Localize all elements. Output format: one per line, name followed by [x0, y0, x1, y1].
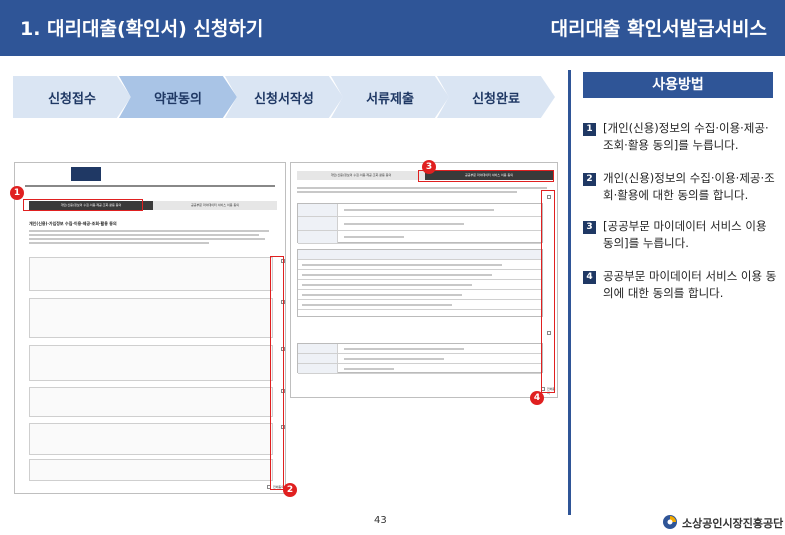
- usage-num-2: 2: [583, 173, 596, 186]
- badge-1: 1: [10, 186, 24, 200]
- tab-public-mydata[interactable]: 공공부문 마이데이터 서비스 이용 동의: [153, 201, 277, 210]
- highlight-tab-personal-info: [23, 199, 143, 211]
- usage-text-2: 개인(신용)정보의 수집·이용·제공·조회·활용에 대한 동의를 합니다.: [603, 171, 775, 202]
- usage-title: 사용방법: [583, 72, 773, 98]
- consent-table-3: [297, 343, 543, 374]
- step-document-submit: 서류제출: [331, 76, 449, 118]
- usage-text-4: 공공부문 마이데이터 서비스 이용 동의에 대한 동의를 합니다.: [603, 269, 777, 300]
- consent-section-2: [29, 298, 273, 338]
- highlight-mydata-agree-column: [541, 190, 555, 393]
- consent-table-2: [297, 249, 543, 317]
- usage-num-3: 3: [583, 221, 596, 234]
- step-application-form: 신청서작성: [225, 76, 343, 118]
- highlight-agree-column: [270, 256, 284, 490]
- consent-table-1: [297, 203, 543, 244]
- usage-text-3: [공공부문 마이데이터 서비스 이용 동의]를 누릅니다.: [603, 219, 767, 250]
- consent-section-1: [29, 257, 273, 291]
- usage-text-1: [개인(신용)정보의 수집·이용·제공·조회·활용 동의]를 누릅니다.: [603, 121, 769, 152]
- page-header: 1. 대리대출(확인서) 신청하기 대리대출 확인서발급서비스: [0, 0, 785, 56]
- page-title: 1. 대리대출(확인서) 신청하기: [20, 18, 264, 40]
- consent-section-4: [29, 387, 273, 417]
- step-complete: 신청완료: [437, 76, 555, 118]
- usage-num-1: 1: [583, 123, 596, 136]
- screenshot-public-mydata-consent: 개인(신용)정보의 수집·이용·제공·조회·활용 동의 공공부문 마이데이터 서…: [290, 162, 558, 398]
- consent-section-6: [29, 459, 273, 481]
- tab-personal-info-2[interactable]: 개인(신용)정보의 수집·이용·제공·조회·활용 동의: [297, 171, 425, 180]
- step-submit: 신청접수: [13, 76, 131, 118]
- step-terms-agreement: 약관동의: [119, 76, 237, 118]
- step-progress: 신청접수 약관동의 신청서작성 서류제출 신청완료: [13, 76, 555, 118]
- badge-2: 2: [283, 483, 297, 497]
- service-title: 대리대출 확인서발급서비스: [550, 18, 767, 40]
- org-name: 소상공인시장진흥공단: [682, 517, 784, 530]
- consent-section-5: [29, 423, 273, 455]
- consent-section-3: [29, 345, 273, 381]
- page-number: 43: [374, 515, 387, 526]
- highlight-tab-public-mydata: [418, 170, 554, 182]
- section-divider: [568, 70, 571, 515]
- usage-num-4: 4: [583, 271, 596, 284]
- badge-3: 3: [422, 160, 436, 174]
- screenshot-personal-info-consent: 개인(신용)정보의 수집·이용·제공·조회·활용 동의 공공부문 마이데이터 서…: [14, 162, 286, 494]
- badge-4: 4: [530, 391, 544, 405]
- consent-heading: 개인(신용)·가입정보 수집·이용·제공·조회·활용 동의: [29, 221, 117, 226]
- org-logo-icon: [663, 515, 677, 529]
